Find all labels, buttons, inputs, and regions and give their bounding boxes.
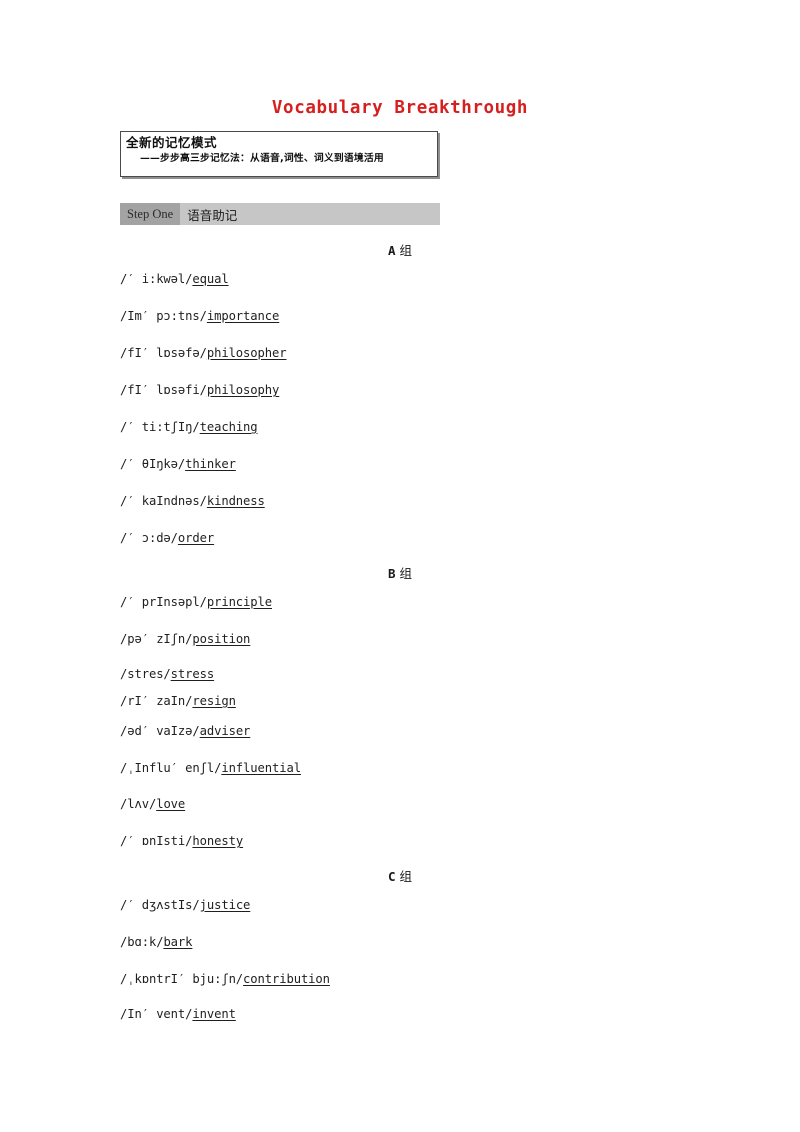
step-one-bar: Step One 语音助记 (120, 203, 440, 225)
entry-word: principle (206, 595, 272, 609)
entry-word: philosophy (206, 383, 280, 397)
entry-word: resign (192, 694, 236, 708)
vocabulary-entry: /bɑ:k/bark (120, 935, 192, 949)
entry-phonetic: /′ i:kwəl/ (120, 272, 193, 286)
entry-phonetic: /fI′ lɒsəfi/ (120, 383, 207, 397)
entry-phonetic: /In′ vent/ (120, 1007, 193, 1021)
entry-phonetic: /ˌkɒntrI′ bju:ʃn/ (120, 972, 244, 986)
entry-phonetic: /rI′ zaIn/ (120, 694, 193, 708)
entry-phonetic: /′ ti:tʃIŋ/ (120, 420, 200, 434)
vocabulary-entry: /′ prInsəpl/principle (120, 595, 272, 609)
memory-mode-box: 全新的记忆模式 ——步步高三步记忆法：从语音,词性、词义到语境活用 (120, 131, 438, 177)
entry-phonetic: /′ dʒʌstIs/ (120, 898, 200, 912)
vocabulary-entry: /fI′ lɒsəfə/philosopher (120, 346, 287, 360)
entry-phonetic: /Im′ pɔ:tns/ (120, 309, 207, 323)
entry-phonetic: /bɑ:k/ (120, 935, 164, 949)
entry-phonetic: /′ kaIndnəs/ (120, 494, 207, 508)
step-badge: Step One (120, 203, 181, 225)
entry-phonetic: /stres/ (120, 667, 171, 681)
entry-word: order (177, 531, 215, 545)
entry-phonetic: /pə′ zIʃn/ (120, 632, 193, 646)
entry-word: position (192, 632, 251, 646)
entry-phonetic: /′ ɒnIsti/ (120, 834, 193, 848)
vocabulary-entry: /′ θIŋkə/thinker (120, 457, 236, 471)
group-suffix: 组 (395, 869, 412, 884)
vocabulary-entry: /fI′ lɒsəfi/philosophy (120, 383, 279, 397)
entry-word: equal (192, 272, 229, 286)
vocabulary-entry: /əd′ vaIzə/adviser (120, 724, 250, 738)
entry-word: stress (170, 667, 215, 681)
vocabulary-entry: /lʌv/love (120, 797, 185, 811)
vocabulary-entry: /stres/stress (120, 667, 214, 681)
entry-phonetic: /′ θIŋkə/ (120, 457, 186, 471)
entry-word: influential (221, 761, 301, 775)
entry-phonetic: /lʌv/ (120, 797, 157, 811)
page-title: Vocabulary Breakthrough (271, 98, 529, 118)
entry-word: justice (199, 898, 251, 912)
vocabulary-entry: /′ ti:tʃIŋ/teaching (120, 420, 258, 434)
entry-word: kindness (206, 494, 265, 508)
group-label-a: A 组 (120, 240, 680, 259)
entry-word: love (156, 797, 186, 811)
vocabulary-entry: /ˌkɒntrI′ bju:ʃn/contribution (120, 972, 330, 986)
entry-word: teaching (199, 420, 258, 434)
group-letter: C (387, 869, 396, 884)
vocabulary-entry: /′ i:kwəl/equal (120, 272, 229, 286)
entry-word: importance (206, 309, 280, 323)
entry-word: honesty (192, 834, 244, 848)
vocabulary-entry: /ˌInflu′ enʃl/influential (120, 761, 301, 775)
group-label-b: B 组 (120, 563, 680, 582)
memory-mode-heading: 全新的记忆模式 (126, 135, 218, 150)
group-letter: B (387, 566, 396, 581)
memory-mode-subheading: ——步步高三步记忆法：从语音,词性、词义到语境活用 (140, 153, 384, 164)
document-page: Vocabulary Breakthrough 全新的记忆模式 ——步步高三步记… (0, 0, 800, 1132)
vocabulary-entry: /rI′ zaIn/resign (120, 694, 236, 708)
group-letter: A (387, 243, 396, 258)
vocabulary-entry: /′ kaIndnəs/kindness (120, 494, 265, 508)
entry-phonetic: /′ ɔ:də/ (120, 531, 178, 545)
entry-phonetic: /fI′ lɒsəfə/ (120, 346, 207, 360)
vocabulary-entry: /′ ɔ:də/order (120, 531, 214, 545)
entry-word: contribution (243, 972, 330, 986)
group-label-c: C 组 (120, 866, 680, 885)
entry-phonetic: /ˌInflu′ enʃl/ (120, 761, 222, 775)
group-suffix: 组 (395, 243, 412, 258)
entry-phonetic: /′ prInsəpl/ (120, 595, 207, 609)
entry-phonetic: /əd′ vaIzə/ (120, 724, 200, 738)
vocabulary-entry: /pə′ zIʃn/position (120, 632, 250, 646)
entry-word: philosopher (206, 346, 287, 360)
step-title: 语音助记 (187, 207, 238, 223)
entry-word: invent (192, 1007, 236, 1021)
vocabulary-entry: /′ dʒʌstIs/justice (120, 898, 250, 912)
vocabulary-entry: /In′ vent/invent (120, 1007, 236, 1021)
vocabulary-entry: /Im′ pɔ:tns/importance (120, 309, 279, 323)
entry-word: thinker (185, 457, 236, 471)
vocabulary-entry: /′ ɒnIsti/honesty (120, 834, 243, 848)
entry-word: adviser (199, 724, 251, 738)
group-suffix: 组 (395, 566, 412, 581)
entry-word: bark (163, 935, 193, 949)
